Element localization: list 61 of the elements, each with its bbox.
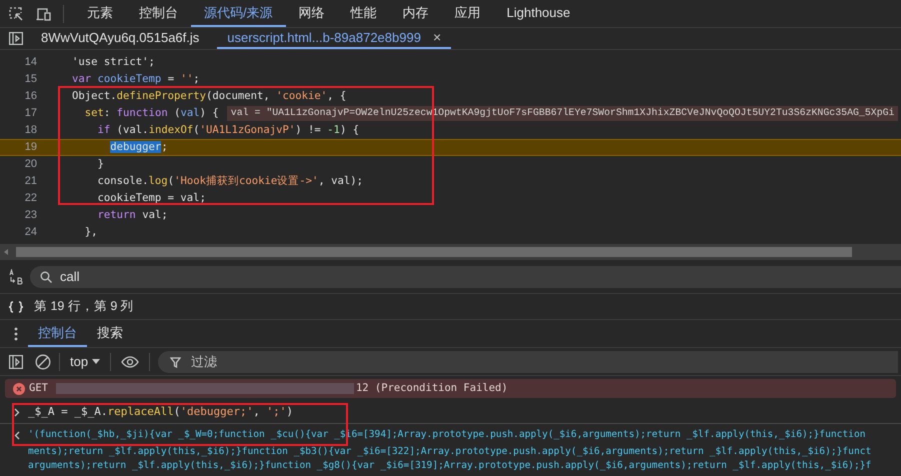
sidebar-toggle-icon[interactable]: [9, 32, 23, 45]
caret-icon: [92, 359, 100, 364]
filter-icon: [170, 356, 182, 368]
request-method: GET: [29, 380, 48, 396]
close-button[interactable]: ×: [432, 27, 442, 48]
search-field[interactable]: call: [30, 266, 901, 288]
drawer-tab[interactable]: 控制台: [28, 320, 87, 347]
scrollbar-thumb[interactable]: [16, 247, 852, 257]
line-number: 16: [24, 89, 37, 104]
code-line: Object.defineProperty(document, 'cookie', {: [72, 88, 346, 104]
panel-tab[interactable]: 应用: [442, 0, 494, 27]
panel-tab[interactable]: 控制台: [126, 0, 191, 27]
output-line: arguments);return _$lf.apply(this,_$i6);}function _$g8(){var _$i6=[319];Array.prototype.push.apply(_$i6,arguments);return _$lf.apply(this,_$i6);}f: [28, 459, 872, 473]
context-selector[interactable]: top: [70, 352, 100, 372]
code-line: },: [84, 224, 98, 240]
code-line: set: function (val) {: [84, 106, 219, 121]
line-number: 24: [24, 225, 37, 240]
pretty-print-icon[interactable]: [8, 300, 24, 312]
code-line: debugger;: [109, 140, 168, 155]
line-number: 23: [24, 208, 37, 224]
panel-tab[interactable]: 元素: [74, 0, 126, 27]
clear-console-icon[interactable]: [35, 354, 51, 370]
code-line: return val;: [96, 208, 168, 223]
line-number: 20: [24, 157, 37, 172]
file-tab[interactable]: userscript.html...b-89a872e8b999 ×: [217, 28, 452, 49]
panel-tab[interactable]: 网络: [286, 0, 338, 27]
search-text: call: [60, 268, 80, 286]
file-tab[interactable]: 8WwVutQAyu6q.0515a6f.js: [37, 28, 204, 49]
output-line: ments);return _$lf.apply(this,_$i6);}function _$b3(){var _$i6=[322];Array.prototype.push.apply(_$i6,arguments);return _$lf.apply(this,_$i6);}funct: [28, 445, 872, 459]
panel-tab[interactable]: 内存: [390, 0, 442, 27]
panel-tab[interactable]: Lighthouse: [494, 0, 584, 27]
line-number: 19: [24, 140, 37, 156]
device-icon[interactable]: [36, 6, 51, 20]
line-number: 14: [24, 55, 37, 70]
cursor-position: 第 19 行，第 9 列: [34, 298, 134, 316]
code-line: cookieTemp = val;: [96, 190, 206, 206]
inspect-icon[interactable]: [9, 6, 23, 20]
panel-tab[interactable]: 性能: [338, 0, 390, 27]
line-number: 18: [24, 123, 37, 138]
sidebar-toggle-icon[interactable]: [9, 354, 23, 368]
search-icon: [40, 270, 52, 282]
result-icon: [14, 431, 21, 440]
line-number: 21: [24, 174, 37, 190]
code-line: 'use strict';: [72, 54, 155, 70]
console-command: _$_A = _$_A.replaceAll('debugger;', ';'): [28, 404, 293, 420]
line-number: 17: [24, 106, 37, 122]
panel-tab[interactable]: 源代码/来源: [191, 0, 286, 27]
more-icon[interactable]: [14, 326, 18, 340]
code-line: var cookieTemp = '';: [72, 72, 200, 87]
line-number: 22: [24, 191, 37, 206]
line-number: 15: [24, 72, 37, 88]
eye-icon[interactable]: [121, 356, 140, 368]
drawer-tab[interactable]: 搜索: [87, 320, 133, 347]
code-line: console.log('Hook捕获到cookie设置->', val);: [96, 174, 364, 189]
error-message: 12 (Precondition Failed): [356, 380, 508, 396]
match-case-icon[interactable]: [8, 268, 24, 284]
filter-field[interactable]: 过滤: [158, 350, 898, 372]
code-line: }: [96, 156, 104, 172]
code-line: if (val.indexOf('UA1L1zGonajvP') != -1) {: [96, 122, 360, 138]
error-icon: [13, 382, 25, 394]
prompt-icon: [14, 408, 20, 417]
